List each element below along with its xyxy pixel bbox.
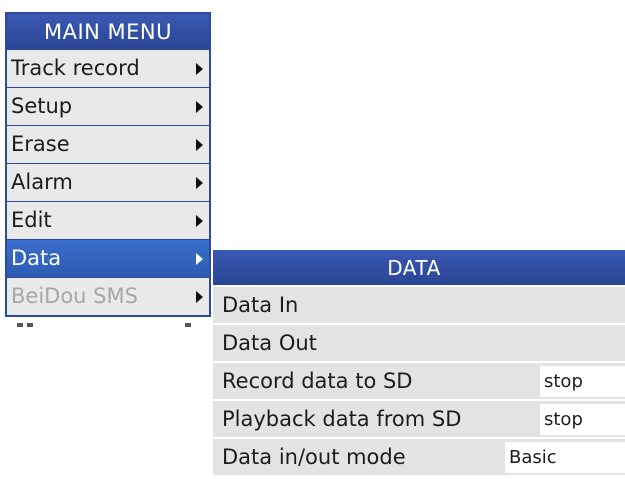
- submenu-arrow-icon: [196, 177, 203, 189]
- menu-item-label: Setup: [11, 94, 73, 118]
- menu-item-data[interactable]: Data: [7, 240, 209, 277]
- main-menu-title: MAIN MENU: [7, 14, 209, 49]
- submenu-arrow-icon: [196, 63, 203, 75]
- menu-item-erase[interactable]: Erase: [7, 126, 209, 163]
- data-submenu-title: DATA: [213, 250, 625, 285]
- submenu-arrow-icon: [196, 215, 203, 227]
- record-data-to-sd-label: Record data to SD: [222, 369, 413, 393]
- submenu-arrow-icon: [196, 139, 203, 151]
- data-in-out-mode-item[interactable]: Data in/out mode Basic: [213, 439, 625, 475]
- menu-item-label: Erase: [11, 132, 70, 156]
- data-in-out-mode-value[interactable]: Basic: [505, 442, 625, 473]
- record-data-to-sd-value[interactable]: stop: [540, 366, 625, 397]
- menu-item-label: Edit: [11, 208, 52, 232]
- submenu-arrow-icon: [196, 291, 203, 303]
- data-in-label: Data In: [222, 293, 299, 317]
- menu-item-track-record[interactable]: Track record: [7, 50, 209, 87]
- hidden-menu-item-edge: [5, 323, 211, 327]
- playback-data-from-sd-value[interactable]: stop: [540, 404, 625, 435]
- main-menu: MAIN MENU Track record Setup Erase Alarm…: [5, 12, 211, 317]
- menu-item-beidou-sms[interactable]: BeiDou SMS: [7, 278, 209, 315]
- data-submenu: DATA Data In Data Out Record data to SD …: [213, 250, 625, 479]
- menu-item-setup[interactable]: Setup: [7, 88, 209, 125]
- menu-item-label: BeiDou SMS: [11, 284, 138, 308]
- menu-item-label: Track record: [11, 56, 140, 80]
- menu-item-edit[interactable]: Edit: [7, 202, 209, 239]
- playback-data-from-sd-item[interactable]: Playback data from SD stop: [213, 401, 625, 437]
- menu-item-alarm[interactable]: Alarm: [7, 164, 209, 201]
- data-out-item[interactable]: Data Out: [213, 325, 625, 361]
- record-data-to-sd-item[interactable]: Record data to SD stop: [213, 363, 625, 399]
- data-out-label: Data Out: [222, 331, 317, 355]
- menu-item-label: Data: [11, 246, 62, 270]
- playback-data-from-sd-label: Playback data from SD: [222, 407, 462, 431]
- submenu-arrow-icon: [196, 101, 203, 113]
- menu-item-label: Alarm: [11, 170, 73, 194]
- data-in-item[interactable]: Data In: [213, 287, 625, 323]
- data-in-out-mode-label: Data in/out mode: [222, 445, 406, 469]
- submenu-arrow-icon: [196, 253, 203, 265]
